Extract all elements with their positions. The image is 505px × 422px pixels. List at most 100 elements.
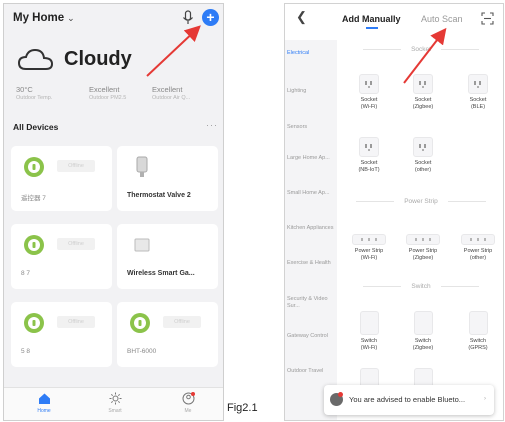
toast-message: You are advised to enable Blueto... — [349, 395, 466, 404]
stat-value: Excellent — [89, 85, 120, 94]
socket-icon — [359, 137, 379, 157]
tile-sublabel: (BLE) — [470, 103, 486, 110]
more-options-icon[interactable]: ··· — [206, 120, 218, 130]
device-card[interactable]: Offline 5 8 — [11, 302, 112, 367]
microphone-icon[interactable] — [181, 10, 195, 26]
add-device-screen: ❮ Add Manually Auto Scan Electrical Ligh… — [284, 3, 504, 421]
active-tab-indicator — [366, 27, 378, 29]
tab-add-manually[interactable]: Add Manually — [342, 14, 401, 24]
power-strip-icon — [406, 234, 440, 245]
device-type-tile[interactable]: Switch (GPRS) — [458, 311, 498, 351]
outdoor-temp-stat: 30°C Outdoor Temp. — [16, 85, 52, 103]
power-strip-icon — [352, 234, 386, 245]
category-exercise-health[interactable]: Exercise & Health — [287, 260, 335, 267]
tile-sublabel: (other) — [469, 254, 487, 261]
socket-icon — [413, 74, 433, 94]
category-gateway-control[interactable]: Gateway Control — [287, 333, 335, 340]
socket-icon — [468, 74, 488, 94]
tile-sublabel: (Zigbee) — [412, 103, 434, 110]
home-title-label: My Home — [13, 12, 65, 24]
category-sensors[interactable]: Sensors — [287, 124, 335, 131]
offline-badge: Offline — [57, 160, 95, 172]
home-selector[interactable]: My Home ⌄ — [13, 12, 75, 24]
device-name: 8 7 — [21, 270, 31, 277]
device-card[interactable]: Wireless Smart Ga... — [117, 224, 218, 289]
device-type-tile[interactable]: Socket (Wi-Fi) — [349, 74, 389, 110]
gateway-device-icon — [134, 238, 150, 252]
figure-caption: Fig2.1 — [227, 402, 258, 414]
close-icon[interactable]: › — [484, 396, 486, 402]
nav-home[interactable]: Home — [24, 392, 64, 414]
category-electrical[interactable]: Electrical — [287, 50, 335, 57]
cloud-icon — [17, 48, 54, 70]
category-lighting[interactable]: Lighting — [287, 88, 335, 95]
device-type-tile[interactable]: Switch (Zigbee) — [403, 311, 443, 351]
stat-value: Excellent — [152, 85, 183, 94]
device-card[interactable]: Thermostat Valve 2 — [117, 146, 218, 211]
device-type-tile[interactable]: Socket (other) — [403, 137, 443, 173]
plug-device-icon — [24, 313, 44, 333]
tile-sublabel: (other) — [414, 166, 432, 173]
offline-badge: Offline — [57, 316, 95, 328]
sun-icon — [109, 392, 121, 405]
scan-icon[interactable] — [481, 12, 494, 25]
nav-me[interactable]: Me — [168, 392, 208, 414]
category-small-home-appliances[interactable]: Small Home Ap... — [287, 190, 335, 197]
add-device-button[interactable]: + — [202, 9, 219, 26]
tile-sublabel: (GPRS) — [468, 344, 488, 351]
nav-label: Home — [37, 408, 51, 414]
stat-label: Outdoor PM2.5 — [89, 95, 127, 101]
group-heading-switch: Switch — [343, 283, 499, 290]
category-security-video[interactable]: Security & Video Sur... — [287, 296, 335, 310]
category-sidebar: Electrical Lighting Sensors Large Home A… — [285, 40, 337, 420]
group-heading-power-strip: Power Strip — [343, 198, 499, 205]
tile-label: Power Strip — [408, 248, 438, 254]
bluetooth-toast[interactable]: You are advised to enable Blueto... › — [324, 385, 494, 415]
device-type-tile[interactable]: Socket (NB-IoT) — [349, 137, 389, 173]
outdoor-pm25-stat: Excellent Outdoor PM2.5 — [89, 85, 126, 103]
device-card[interactable]: Offline 8 7 — [11, 224, 112, 289]
all-devices-heading: All Devices — [13, 122, 59, 132]
tile-sublabel: (Wi-Fi) — [360, 344, 378, 351]
category-outdoor-travel[interactable]: Outdoor Travel — [287, 368, 335, 375]
device-type-tile[interactable]: Power Strip (other) — [458, 234, 498, 261]
back-arrow-icon[interactable]: ❮ — [296, 9, 307, 25]
socket-icon — [413, 137, 433, 157]
device-type-tile[interactable]: Power Strip (Wi-Fi) — [349, 234, 389, 261]
tab-auto-scan[interactable]: Auto Scan — [421, 14, 463, 24]
device-name: 5 8 — [21, 348, 31, 355]
device-type-tile[interactable]: Socket (BLE) — [458, 74, 498, 110]
device-name: Wireless Smart Ga... — [127, 270, 195, 277]
device-card[interactable]: Offline 遥控器 7 — [11, 146, 112, 211]
tile-label: Power Strip — [354, 248, 384, 254]
nav-smart[interactable]: Smart — [95, 392, 135, 414]
device-name: Thermostat Valve 2 — [127, 192, 191, 199]
device-name: BHT-6000 — [127, 348, 157, 355]
switch-icon — [359, 311, 379, 335]
tile-sublabel: (Zigbee) — [412, 254, 434, 261]
group-heading-socket: Socket — [343, 46, 499, 53]
category-kitchen-appliances[interactable]: Kitchen Appliances — [287, 225, 335, 232]
plug-device-icon — [130, 313, 150, 333]
stat-label: Outdoor Temp. — [16, 95, 53, 101]
bluetooth-alert-icon — [330, 392, 343, 406]
category-large-home-appliances[interactable]: Large Home Ap... — [287, 155, 335, 162]
tile-sublabel: (NB-IoT) — [358, 166, 380, 173]
smart-life-home-screen: My Home ⌄ + Cloudy 30°C Outdoor Temp. Exc… — [3, 3, 224, 421]
tile-sublabel: (Wi-Fi) — [360, 103, 378, 110]
home-icon — [38, 393, 50, 404]
device-type-tile[interactable]: Power Strip (Zigbee) — [403, 234, 443, 261]
tile-sublabel: (Zigbee) — [412, 344, 434, 351]
outdoor-air-quality-stat: Excellent Outdoor Air Q... — [152, 85, 190, 103]
stat-label: Outdoor Air Q... — [152, 95, 191, 101]
device-type-tile[interactable]: Switch (Wi-Fi) — [349, 311, 389, 351]
device-card[interactable]: Offline BHT-6000 — [117, 302, 218, 367]
power-strip-icon — [461, 234, 495, 245]
nav-label: Smart — [108, 408, 122, 414]
plug-device-icon — [24, 157, 44, 177]
stat-value: 30°C — [16, 85, 33, 94]
nav-label: Me — [184, 408, 192, 414]
offline-badge: Offline — [163, 316, 201, 328]
device-type-tile[interactable]: Socket (Zigbee) — [403, 74, 443, 110]
home-header: My Home ⌄ + — [4, 4, 223, 34]
